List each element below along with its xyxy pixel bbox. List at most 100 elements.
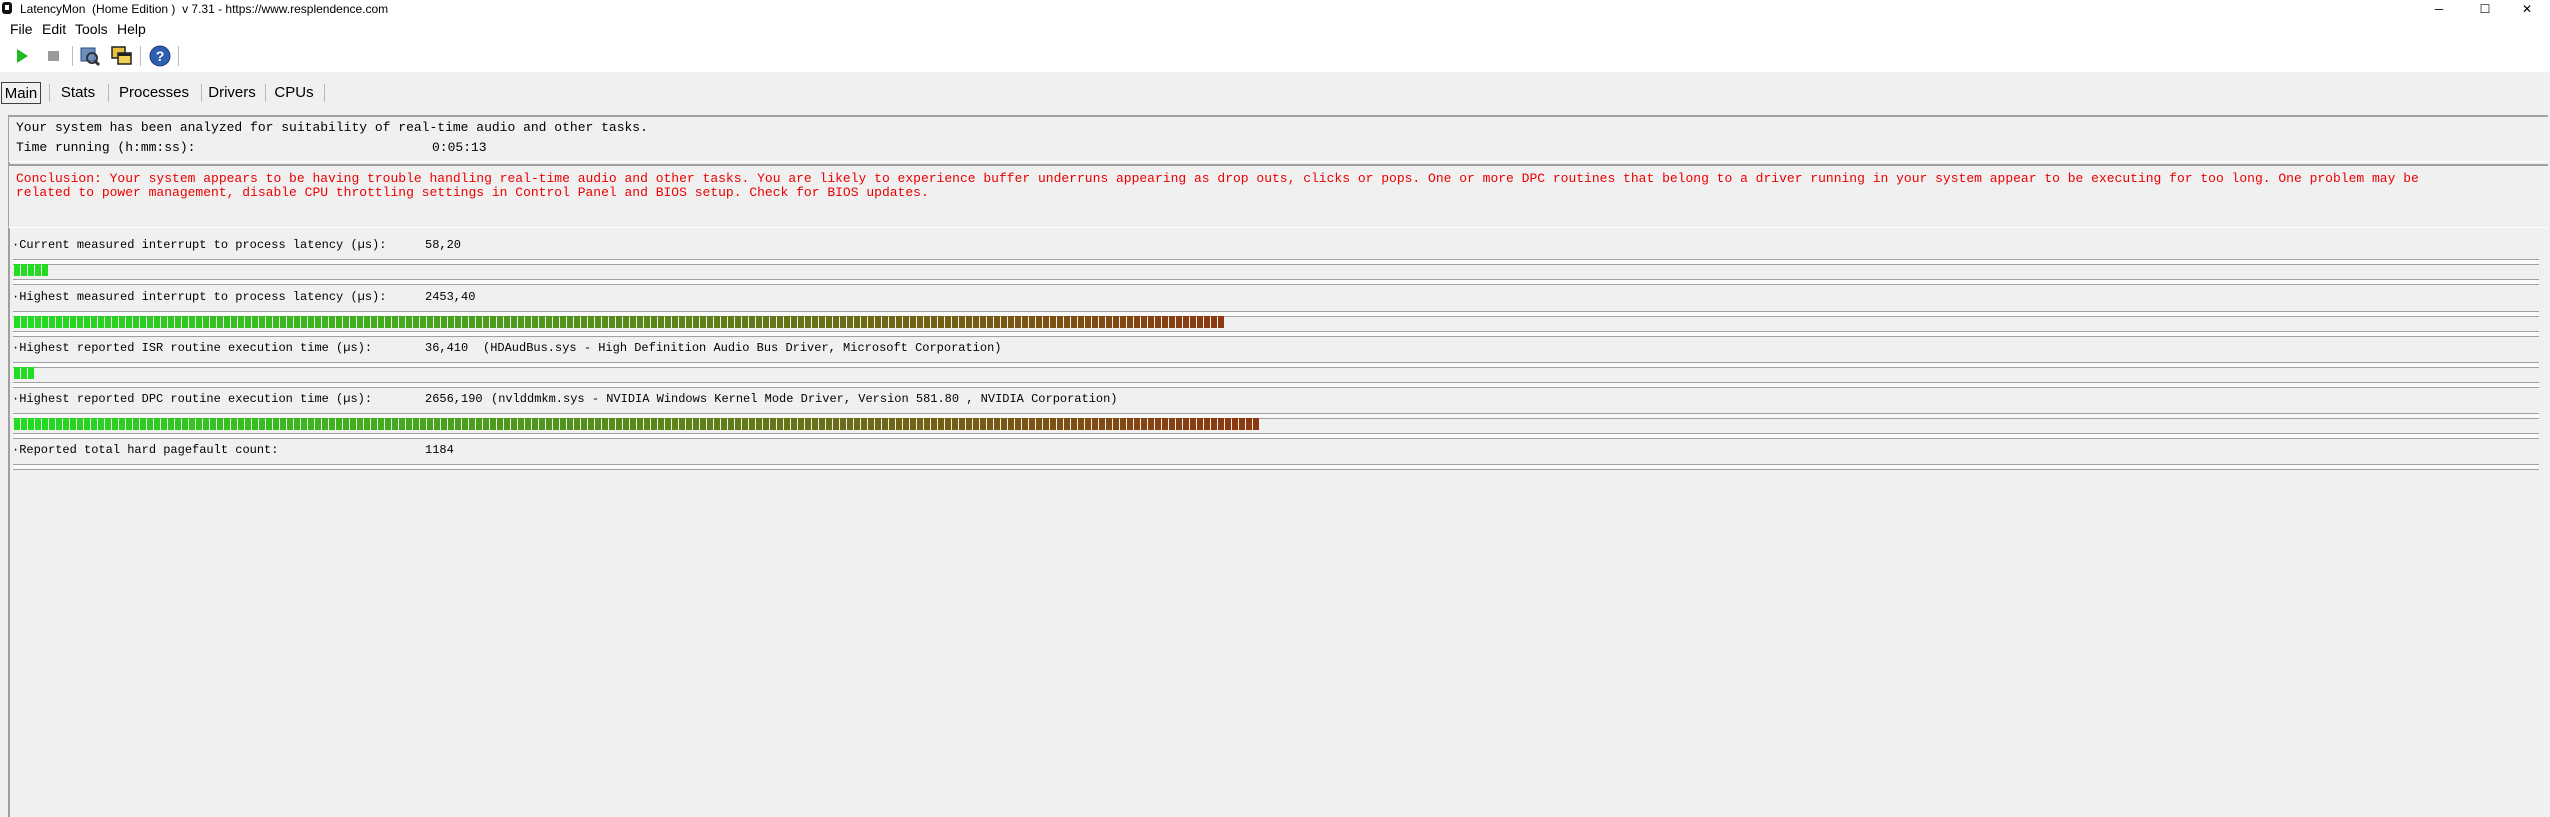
bar-segment [217,418,223,430]
tab-stats[interactable]: Stats [56,82,100,104]
bar-segment [42,418,48,430]
highest-isr-detail: (HDAudBus.sys - High Definition Audio Bu… [483,341,1002,355]
bar-segment [763,418,769,430]
bar-segment [756,316,762,328]
highest-isr-value: 36,410 [425,341,469,355]
bar-segment [574,316,580,328]
bar-segment [532,418,538,430]
bar-segment [945,316,951,328]
highest-dpc-bar [14,418,1260,430]
bar-segment [273,418,279,430]
bar-segment [406,316,412,328]
bar-segment [903,418,909,430]
conclusion-line-2: related to power management, disable CPU… [16,185,929,200]
bar-segment [133,418,139,430]
tab-processes[interactable]: Processes [116,82,192,104]
menu-file[interactable]: File [10,22,33,37]
restore-button[interactable]: ☐ [2462,0,2508,19]
bar-segment [294,316,300,328]
bar-segment [819,316,825,328]
bar-segment [469,418,475,430]
bar-segment [161,316,167,328]
tab-separator [265,84,266,102]
bar-segment [574,418,580,430]
bar-segment [175,418,181,430]
tab-separator [108,84,109,102]
tab-drivers[interactable]: Drivers [207,82,257,104]
bar-segment [693,316,699,328]
bar-segment [1239,418,1245,430]
bar-segment [105,316,111,328]
title-bar: LatencyMon (Home Edition ) v 7.31 - http… [0,0,2550,19]
bar-segment [1232,418,1238,430]
bar-segment [21,264,27,276]
menu-help[interactable]: Help [117,22,146,37]
windows-icon[interactable] [110,44,134,68]
bar-segment [532,316,538,328]
bar-segment [140,316,146,328]
close-button[interactable]: ✕ [2504,0,2550,19]
bar-segment [581,418,587,430]
minimize-button[interactable]: ─ [2416,0,2462,19]
search-icon[interactable] [78,44,102,68]
bar-segment [525,418,531,430]
highest-latency-bar [14,316,1225,328]
bar-segment [196,418,202,430]
bar-segment [700,316,706,328]
bar-segment [651,418,657,430]
tab-separator [49,84,50,102]
bar-segment [945,418,951,430]
bar-segment [385,316,391,328]
bar-segment [315,316,321,328]
bar-segment [1008,418,1014,430]
bar-segment [889,316,895,328]
tab-bar: Main Stats Processes Drivers CPUs [0,72,2550,108]
bar-segment [21,316,27,328]
bar-segment [1043,418,1049,430]
bar-segment [84,418,90,430]
app-icon [2,2,12,14]
menu-edit[interactable]: Edit [42,22,66,37]
bar-segment [399,316,405,328]
conclusion-line-1: Conclusion: Your system appears to be ha… [16,171,2419,186]
bar-segment [714,418,720,430]
bar-segment [966,418,972,430]
bar-segment [371,316,377,328]
highest-dpc-value: 2656,190 [425,392,483,406]
bar-segment [679,316,685,328]
bar-segment [826,316,832,328]
bar-segment [973,418,979,430]
menu-tools[interactable]: Tools [75,22,108,37]
bar-segment [777,418,783,430]
bar-segment [287,316,293,328]
bar-segment [917,418,923,430]
bar-segment [581,316,587,328]
tab-cpus[interactable]: CPUs [272,82,316,104]
tab-main[interactable]: Main [1,82,41,104]
bar-segment [14,418,20,430]
bar-segment [686,316,692,328]
divider [13,331,2539,337]
bar-segment [1253,418,1259,430]
bar-segment [1057,316,1063,328]
bar-segment [1127,316,1133,328]
bar-segment [35,316,41,328]
bar-segment [133,316,139,328]
bar-segment [392,316,398,328]
stop-icon[interactable] [42,44,66,68]
bar-segment [77,316,83,328]
bar-segment [259,418,265,430]
pagefault-label: ·Reported total hard pagefault count: [12,443,279,457]
bar-segment [644,418,650,430]
divider [13,433,2539,439]
bar-segment [770,418,776,430]
bar-segment [322,316,328,328]
bar-segment [1246,418,1252,430]
help-icon[interactable]: ? [148,44,172,68]
bar-segment [693,418,699,430]
bar-segment [966,316,972,328]
bar-segment [378,316,384,328]
pagefault-value: 1184 [425,443,454,457]
play-icon[interactable] [10,44,34,68]
bar-segment [56,316,62,328]
